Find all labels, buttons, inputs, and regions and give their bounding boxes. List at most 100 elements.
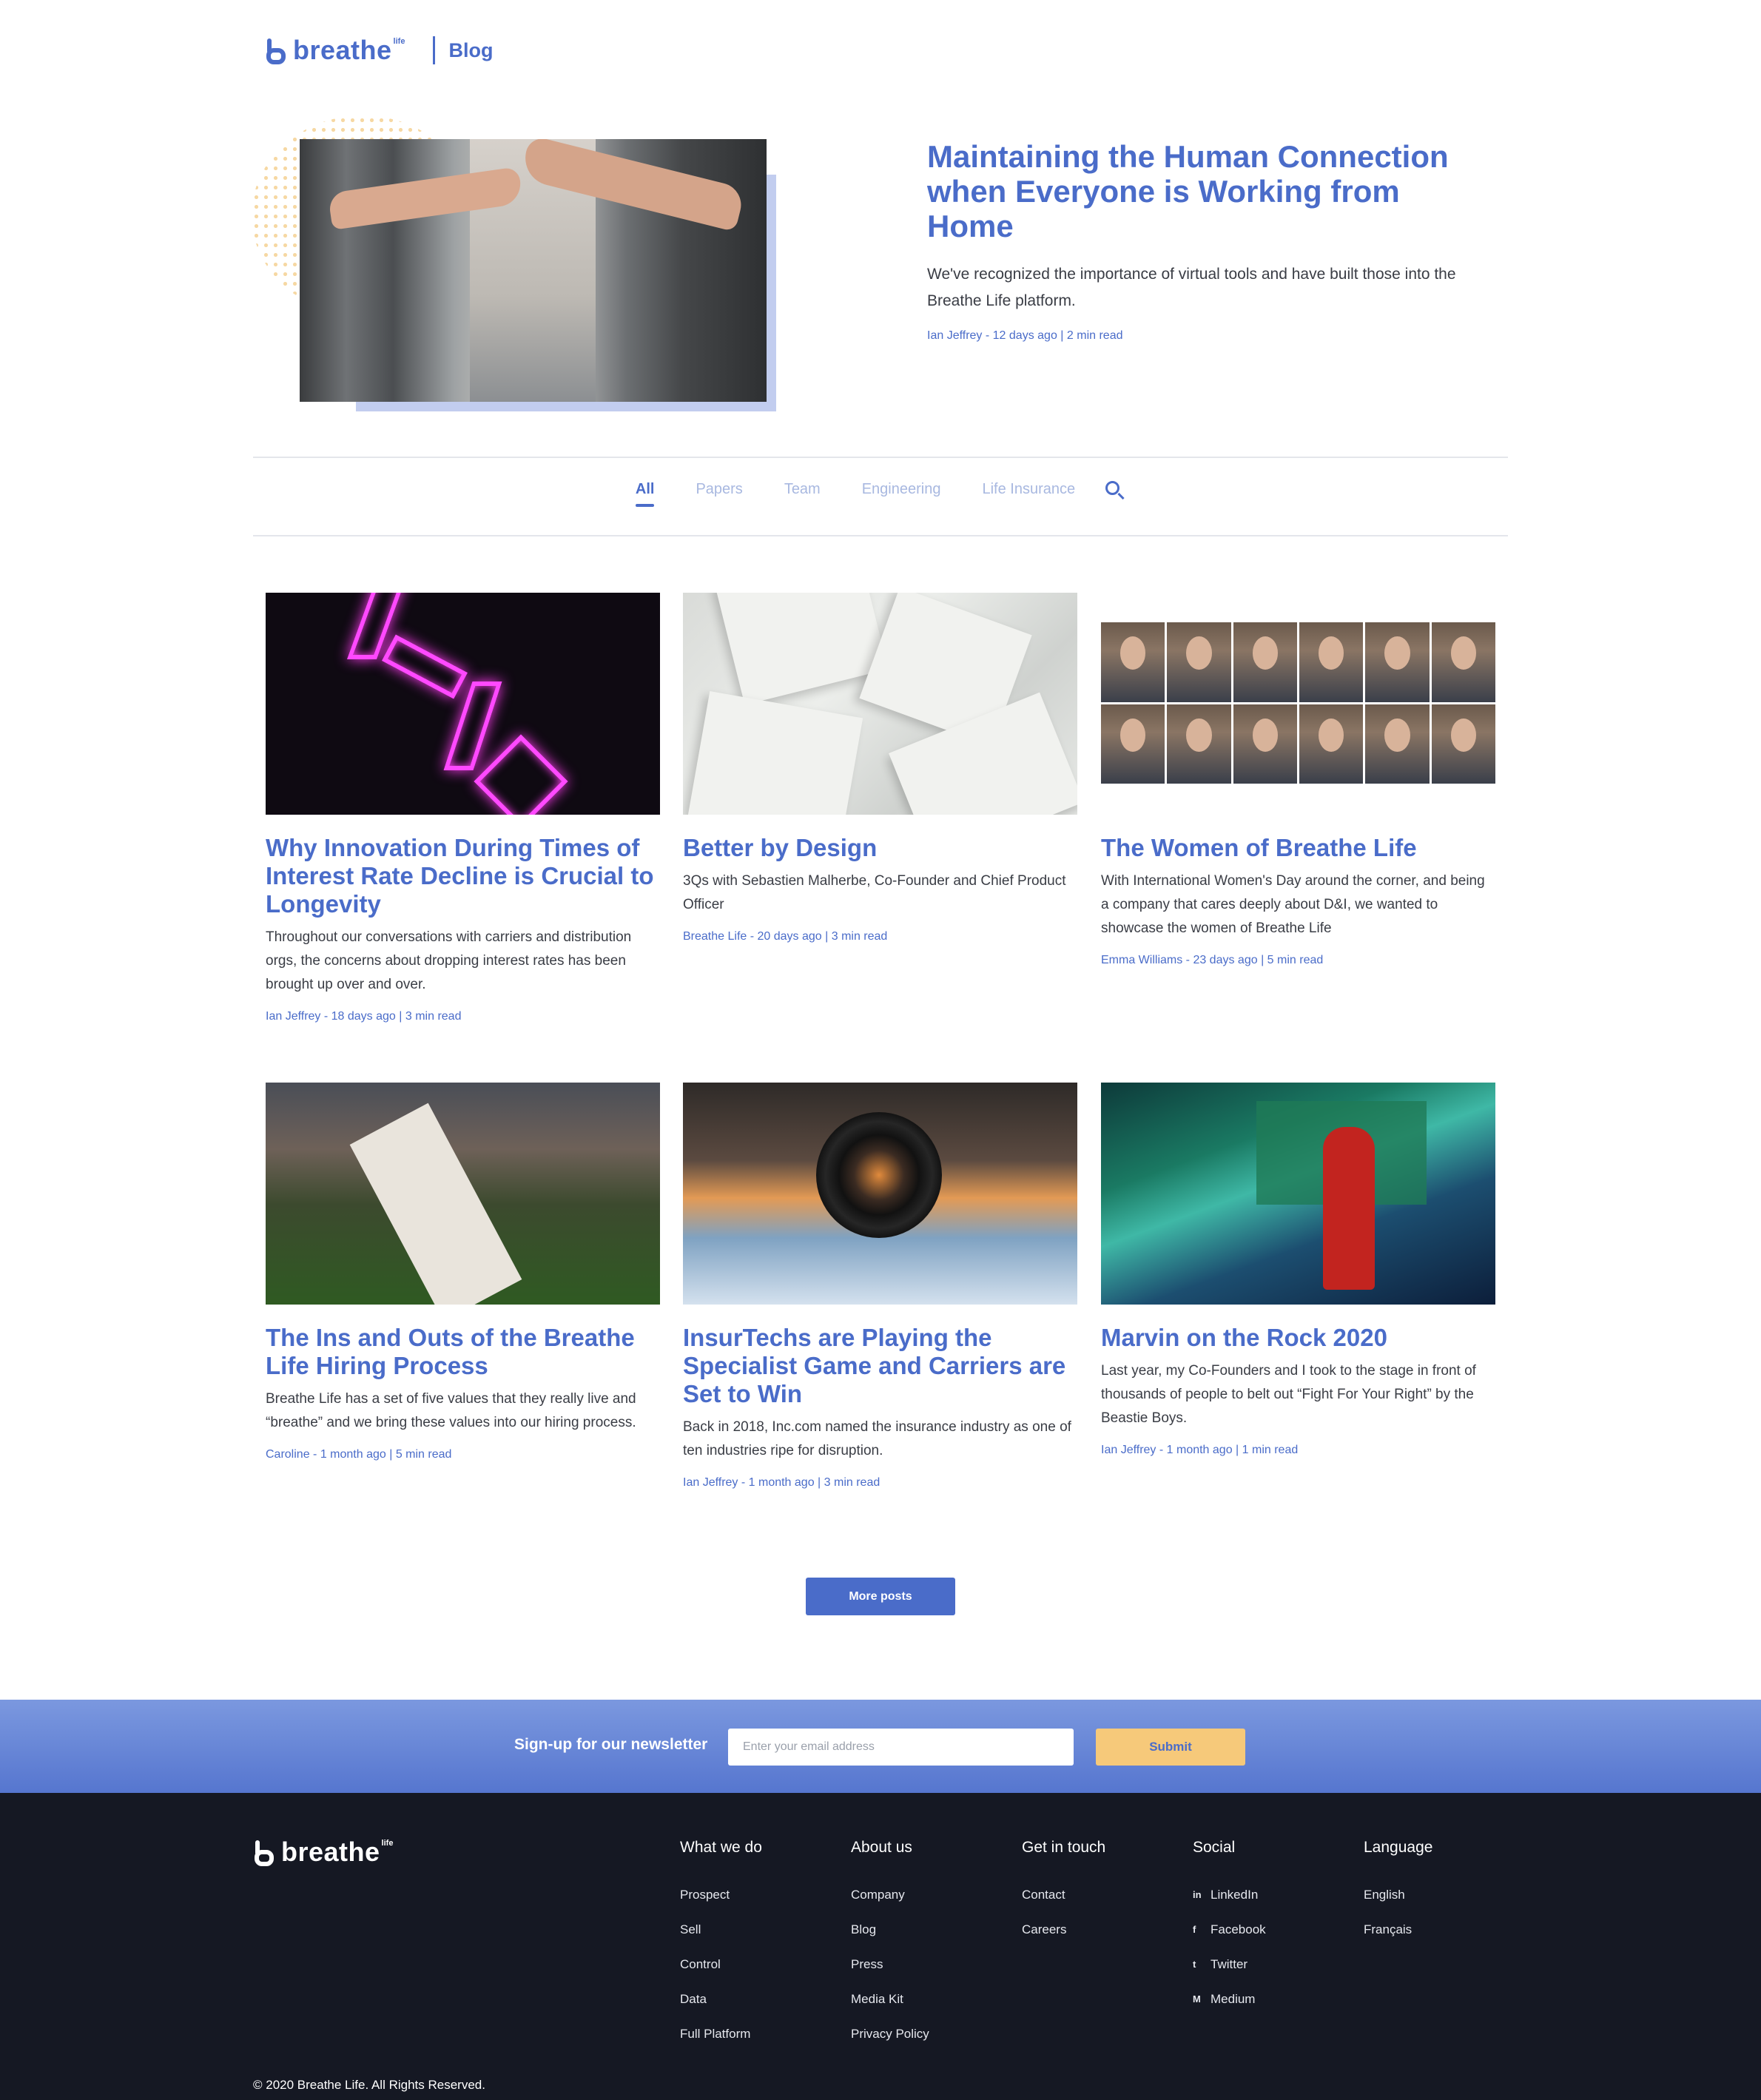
post-card[interactable]: Why Innovation During Times of Interest … (266, 593, 660, 1023)
newsletter-bar: Sign-up for our newsletter Submit (0, 1700, 1761, 1793)
footer-link[interactable]: Blog (851, 1912, 929, 1947)
medium-icon: M (1193, 1993, 1201, 2005)
post-meta: Breathe Life - 20 days ago | 3 min read (683, 930, 888, 943)
site-header: breathe life Blog (265, 33, 493, 68)
breathe-logo-icon (253, 1840, 275, 1867)
post-card[interactable]: The Ins and Outs of the Breathe Life Hir… (266, 1083, 660, 1461)
footer-link[interactable]: Prospect (680, 1877, 762, 1912)
newsletter-submit-button[interactable]: Submit (1096, 1729, 1245, 1766)
post-date: 18 days ago (331, 1010, 396, 1023)
footer-column-what-we-do: What we do Prospect Sell Control Data Fu… (680, 1839, 762, 2051)
footer-link[interactable]: Press (851, 1947, 929, 1982)
footer-link[interactable]: Data (680, 1982, 762, 2016)
breathe-logo[interactable]: breathe life (265, 36, 405, 65)
more-posts-button[interactable]: More posts (806, 1578, 955, 1615)
post-author[interactable]: Caroline (266, 1448, 310, 1461)
newsletter-label: Sign-up for our newsletter (514, 1736, 708, 1753)
footer-heading: Language (1364, 1839, 1433, 1856)
footer-link[interactable]: Careers (1022, 1912, 1105, 1947)
footer-link-twitter[interactable]: t Twitter (1193, 1947, 1266, 1982)
footer-link[interactable]: Full Platform (680, 2016, 762, 2051)
logo-sup: life (393, 37, 405, 46)
post-image[interactable] (683, 593, 1077, 815)
post-title[interactable]: InsurTechs are Playing the Specialist Ga… (683, 1324, 1077, 1408)
filter-tab-all[interactable]: All (635, 481, 654, 507)
post-card[interactable]: InsurTechs are Playing the Specialist Ga… (683, 1083, 1077, 1490)
post-author[interactable]: Ian Jeffrey (266, 1010, 320, 1023)
search-icon[interactable] (1105, 480, 1125, 501)
filter-divider-bottom (253, 535, 1508, 536)
header-divider (433, 36, 436, 64)
post-read-time: 1 min read (1242, 1444, 1299, 1456)
logo-sup: life (381, 1839, 394, 1848)
footer-link[interactable]: Media Kit (851, 1982, 929, 2016)
post-title[interactable]: Marvin on the Rock 2020 (1101, 1324, 1495, 1352)
copyright-text: © 2020 Breathe Life. All Rights Reserved… (253, 2078, 485, 2092)
post-card[interactable]: Marvin on the Rock 2020 Last year, my Co… (1101, 1083, 1495, 1457)
post-date: 1 month ago (320, 1448, 386, 1461)
post-date: 20 days ago (757, 930, 822, 943)
post-read-time: 5 min read (1267, 954, 1324, 966)
post-card[interactable]: The Women of Breathe Life With Internati… (1101, 593, 1495, 967)
post-image[interactable] (266, 1083, 660, 1305)
post-author[interactable]: Ian Jeffrey (1101, 1444, 1156, 1456)
footer-logo[interactable]: breathe life (253, 1837, 393, 1867)
featured-post-excerpt: We've recognized the importance of virtu… (927, 266, 1456, 309)
filter-tab-engineering[interactable]: Engineering (862, 481, 941, 507)
post-card[interactable]: Better by Design 3Qs with Sebastien Malh… (683, 593, 1077, 943)
post-read-time: 5 min read (395, 1448, 452, 1461)
post-image[interactable] (683, 1083, 1077, 1305)
post-image[interactable] (1101, 593, 1495, 815)
post-meta: Ian Jeffrey - 1 month ago | 1 min read (1101, 1444, 1299, 1456)
post-excerpt: Last year, my Co-Founders and I took to … (1101, 1363, 1476, 1426)
filter-tab-team[interactable]: Team (784, 481, 821, 507)
linkedin-icon: in (1193, 1889, 1202, 1900)
logo-text: breathe (281, 1837, 380, 1867)
post-image[interactable] (1101, 1083, 1495, 1305)
footer-link[interactable]: Sell (680, 1912, 762, 1947)
post-meta: Caroline - 1 month ago | 5 min read (266, 1448, 452, 1461)
post-excerpt: 3Qs with Sebastien Malherbe, Co-Founder … (683, 873, 1066, 912)
filter-divider-top (253, 457, 1508, 458)
footer-link[interactable]: Privacy Policy (851, 2016, 929, 2051)
footer-link[interactable]: Control (680, 1947, 762, 1982)
featured-post: Maintaining the Human Connection when Ev… (927, 139, 1489, 343)
footer-heading: Get in touch (1022, 1839, 1106, 1856)
logo-text: breathe (293, 35, 392, 65)
post-date: 1 month ago (1166, 1444, 1233, 1456)
post-excerpt: With International Women's Day around th… (1101, 873, 1485, 936)
featured-post-image[interactable] (300, 139, 767, 402)
filter-tab-life-insurance[interactable]: Life Insurance (982, 481, 1075, 507)
filter-tab-papers[interactable]: Papers (696, 481, 742, 507)
footer-link[interactable]: Company (851, 1877, 929, 1912)
post-image[interactable] (266, 593, 660, 815)
post-author[interactable]: Ian Jeffrey (683, 1476, 738, 1489)
post-author[interactable]: Breathe Life (683, 930, 747, 943)
post-meta: Emma Williams - 23 days ago | 5 min read (1101, 954, 1324, 966)
post-date: 23 days ago (1193, 954, 1258, 966)
post-title[interactable]: The Ins and Outs of the Breathe Life Hir… (266, 1324, 660, 1380)
post-meta: Ian Jeffrey - 1 month ago | 3 min read (683, 1476, 880, 1489)
footer-link[interactable]: Contact (1022, 1877, 1105, 1912)
post-title[interactable]: Why Innovation During Times of Interest … (266, 834, 660, 918)
post-read-time: 3 min read (831, 930, 888, 943)
newsletter-email-input[interactable] (728, 1729, 1074, 1766)
footer-column-language: Language English Français (1364, 1839, 1432, 1947)
blog-link[interactable]: Blog (448, 39, 493, 62)
footer-link-medium[interactable]: M Medium (1193, 1982, 1266, 2016)
site-footer: breathe life What we do Prospect Sell Co… (0, 1793, 1761, 2100)
post-excerpt: Back in 2018, Inc.com named the insuranc… (683, 1419, 1071, 1458)
post-excerpt: Breathe Life has a set of five values th… (266, 1391, 636, 1430)
footer-link[interactable]: English (1364, 1877, 1432, 1912)
post-title[interactable]: The Women of Breathe Life (1101, 834, 1495, 862)
footer-link[interactable]: Français (1364, 1912, 1432, 1947)
featured-post-title[interactable]: Maintaining the Human Connection when Ev… (927, 139, 1489, 243)
post-author[interactable]: Emma Williams (1101, 954, 1182, 966)
post-author[interactable]: Ian Jeffrey (927, 329, 982, 342)
twitter-icon: t (1193, 1959, 1196, 1970)
footer-column-social: Social in LinkedIn f Facebook t Twitter M Me… (1193, 1839, 1266, 2016)
post-meta: Ian Jeffrey - 18 days ago | 3 min read (266, 1010, 462, 1023)
footer-link-facebook[interactable]: f Facebook (1193, 1912, 1266, 1947)
post-title[interactable]: Better by Design (683, 834, 1077, 862)
footer-link-linkedin[interactable]: in LinkedIn (1193, 1877, 1266, 1912)
